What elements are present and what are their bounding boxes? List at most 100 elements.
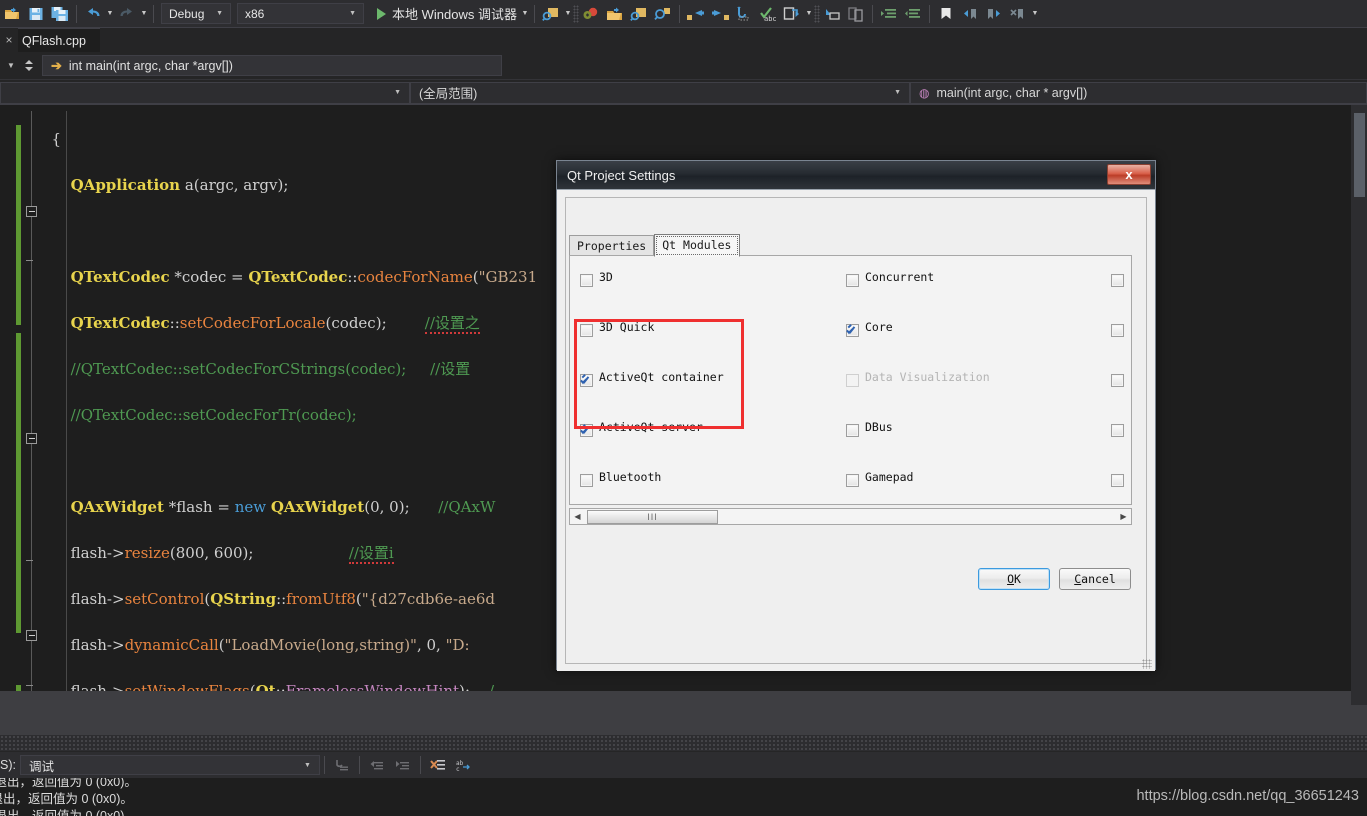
step-back-icon[interactable]: [684, 2, 708, 26]
cancel-button[interactable]: Cancel: [1059, 568, 1131, 590]
close-icon[interactable]: ×: [0, 28, 18, 52]
dialog-body: Properties Qt Modules 3D Concurrent 3D Q…: [557, 190, 1155, 671]
redo-dropdown-arrow[interactable]: ▼: [139, 10, 149, 17]
cancel-button-accel: C: [1074, 572, 1082, 586]
step-forward-icon[interactable]: [708, 2, 732, 26]
outlining-tick: [26, 260, 33, 261]
attach-process-icon[interactable]: [579, 2, 603, 26]
resize-grip[interactable]: [1142, 659, 1152, 669]
toolbar-separator: [533, 4, 535, 23]
next-bookmark-icon[interactable]: [982, 2, 1006, 26]
tab-qflash-cpp[interactable]: QFlash.cpp: [18, 28, 100, 52]
collapse-region-toggle[interactable]: [26, 206, 37, 217]
outdent-icon[interactable]: [901, 2, 925, 26]
scrollbar-thumb[interactable]: [1354, 113, 1365, 197]
redo-icon[interactable]: [115, 2, 139, 26]
outlining-tick: [26, 560, 33, 561]
current-function-label: int main(int argc, char *argv[]): [68, 58, 233, 73]
scroll-right-arrow-icon[interactable]: ▶: [1116, 509, 1131, 524]
undo-icon[interactable]: [81, 2, 105, 26]
current-function-field[interactable]: ➔ int main(int argc, char *argv[]): [42, 55, 502, 76]
ok-button-accel: O: [1007, 572, 1014, 586]
member-value: main(int argc, char * argv[]): [936, 85, 1088, 100]
qt-project-settings-dialog[interactable]: Qt Project Settings x Properties Qt Modu…: [556, 160, 1156, 671]
modules-horizontal-scrollbar[interactable]: ◀ III ▶: [569, 508, 1132, 525]
compare-icon[interactable]: [844, 2, 868, 26]
spinner-down-icon[interactable]: [25, 67, 33, 71]
module-row: [570, 406, 1131, 456]
module-row: [570, 306, 1131, 356]
save-icon[interactable]: [24, 2, 48, 26]
output-line: 已退出，返回值为 0 (0x0)。: [0, 809, 137, 816]
change-bar: [16, 125, 21, 325]
spell-check-icon[interactable]: abc: [756, 2, 780, 26]
close-icon[interactable]: x: [1107, 164, 1151, 185]
indent-icon[interactable]: [877, 2, 901, 26]
output-source-combo[interactable]: 调试 ▼: [19, 755, 320, 775]
toolbar-separator: [928, 4, 930, 23]
open-folder-icon[interactable]: [603, 2, 627, 26]
clear-bookmark-icon[interactable]: [1006, 2, 1030, 26]
module-checkbox-col3-row3[interactable]: [1111, 424, 1124, 437]
wrap-text-icon[interactable]: ab c: [451, 755, 477, 775]
editor-vertical-scrollbar[interactable]: [1351, 105, 1367, 705]
dialog-title-bar[interactable]: Qt Project Settings x: [557, 161, 1155, 190]
prev-bookmark-icon[interactable]: [958, 2, 982, 26]
scrollbar-thumb[interactable]: III: [587, 509, 718, 524]
save-all-icon[interactable]: [48, 2, 72, 26]
clear-output-icon[interactable]: [329, 755, 355, 775]
prev-message-icon[interactable]: [364, 755, 390, 775]
watermark-url: https://blog.csdn.net/qq_36651243: [1136, 788, 1359, 804]
scroll-left-arrow-icon[interactable]: ◀: [570, 509, 585, 524]
svg-text:c: c: [456, 766, 460, 772]
toolbar-separator: [871, 4, 873, 23]
start-debugging-button[interactable]: 本地 Windows 调试器: [371, 3, 520, 25]
chevron-down-icon: ▼: [394, 89, 401, 96]
tab-qt-modules[interactable]: Qt Modules: [654, 234, 740, 257]
module-checkbox-col3-row2[interactable]: [1111, 374, 1124, 387]
undo-dropdown-arrow[interactable]: ▼: [105, 10, 115, 17]
navigate-backward-forward-spinner[interactable]: [22, 56, 36, 76]
next-message-icon[interactable]: [390, 755, 416, 775]
tab-properties[interactable]: Properties: [569, 235, 655, 257]
toolbar-separator: [358, 756, 360, 774]
qt-modules-panel[interactable]: 3D Concurrent 3D Quick Core ActiveQt con…: [569, 255, 1132, 505]
solution-configuration-combo[interactable]: Debug ▼: [161, 3, 231, 24]
start-debugging-dropdown-arrow[interactable]: ▼: [520, 10, 530, 17]
main-toolbar: ▼ ▼ Debug ▼ x86 ▼ 本地 Windows 调试器 ▼ ▼ abc…: [0, 0, 1367, 28]
chevron-down-icon: ▼: [894, 89, 901, 96]
module-checkbox-col3-row0[interactable]: [1111, 274, 1124, 287]
search-window-icon[interactable]: [627, 2, 651, 26]
solution-configuration-value: Debug: [169, 6, 205, 21]
cancel-button-rest: ancel: [1081, 572, 1116, 586]
module-row: [570, 256, 1131, 306]
collapse-region-toggle[interactable]: [26, 433, 37, 444]
solution-platform-value: x86: [245, 6, 265, 21]
editor-horizontal-scrollbar[interactable]: [0, 691, 1351, 705]
find-in-files-icon[interactable]: [539, 2, 563, 26]
module-checkbox-col3-row4[interactable]: [1111, 474, 1124, 487]
module-checkbox-col3-row1[interactable]: [1111, 324, 1124, 337]
editor-header-bar: ▼ ➔ int main(int argc, char *argv[]): [0, 52, 1367, 80]
collapse-region-toggle[interactable]: [26, 630, 37, 641]
chevron-down-icon[interactable]: ▼: [0, 61, 22, 70]
module-row: [570, 356, 1131, 406]
pane-splitter[interactable]: [0, 705, 1367, 735]
toolbar-overflow-arrow[interactable]: ▼: [1030, 10, 1040, 17]
clear-all-icon[interactable]: [425, 755, 451, 775]
type-scope-dropdown[interactable]: (全局范围) ▼: [410, 81, 910, 104]
spinner-up-icon[interactable]: [25, 60, 33, 64]
solution-platform-combo[interactable]: x86 ▼: [237, 3, 364, 24]
export-dropdown-arrow[interactable]: ▼: [804, 10, 814, 17]
ok-button[interactable]: OK: [978, 568, 1050, 590]
member-dropdown[interactable]: ◍ main(int argc, char * argv[]): [910, 81, 1367, 104]
navigate-icon[interactable]: [820, 2, 844, 26]
open-file-icon[interactable]: [0, 2, 24, 26]
type-scope-value: (全局范围): [419, 87, 478, 101]
bookmark-icon[interactable]: [934, 2, 958, 26]
export-icon[interactable]: [780, 2, 804, 26]
find-dropdown-arrow[interactable]: ▼: [563, 10, 573, 17]
quick-find-icon[interactable]: [651, 2, 675, 26]
project-scope-dropdown[interactable]: ▼: [0, 81, 410, 104]
goto-icon[interactable]: [732, 2, 756, 26]
